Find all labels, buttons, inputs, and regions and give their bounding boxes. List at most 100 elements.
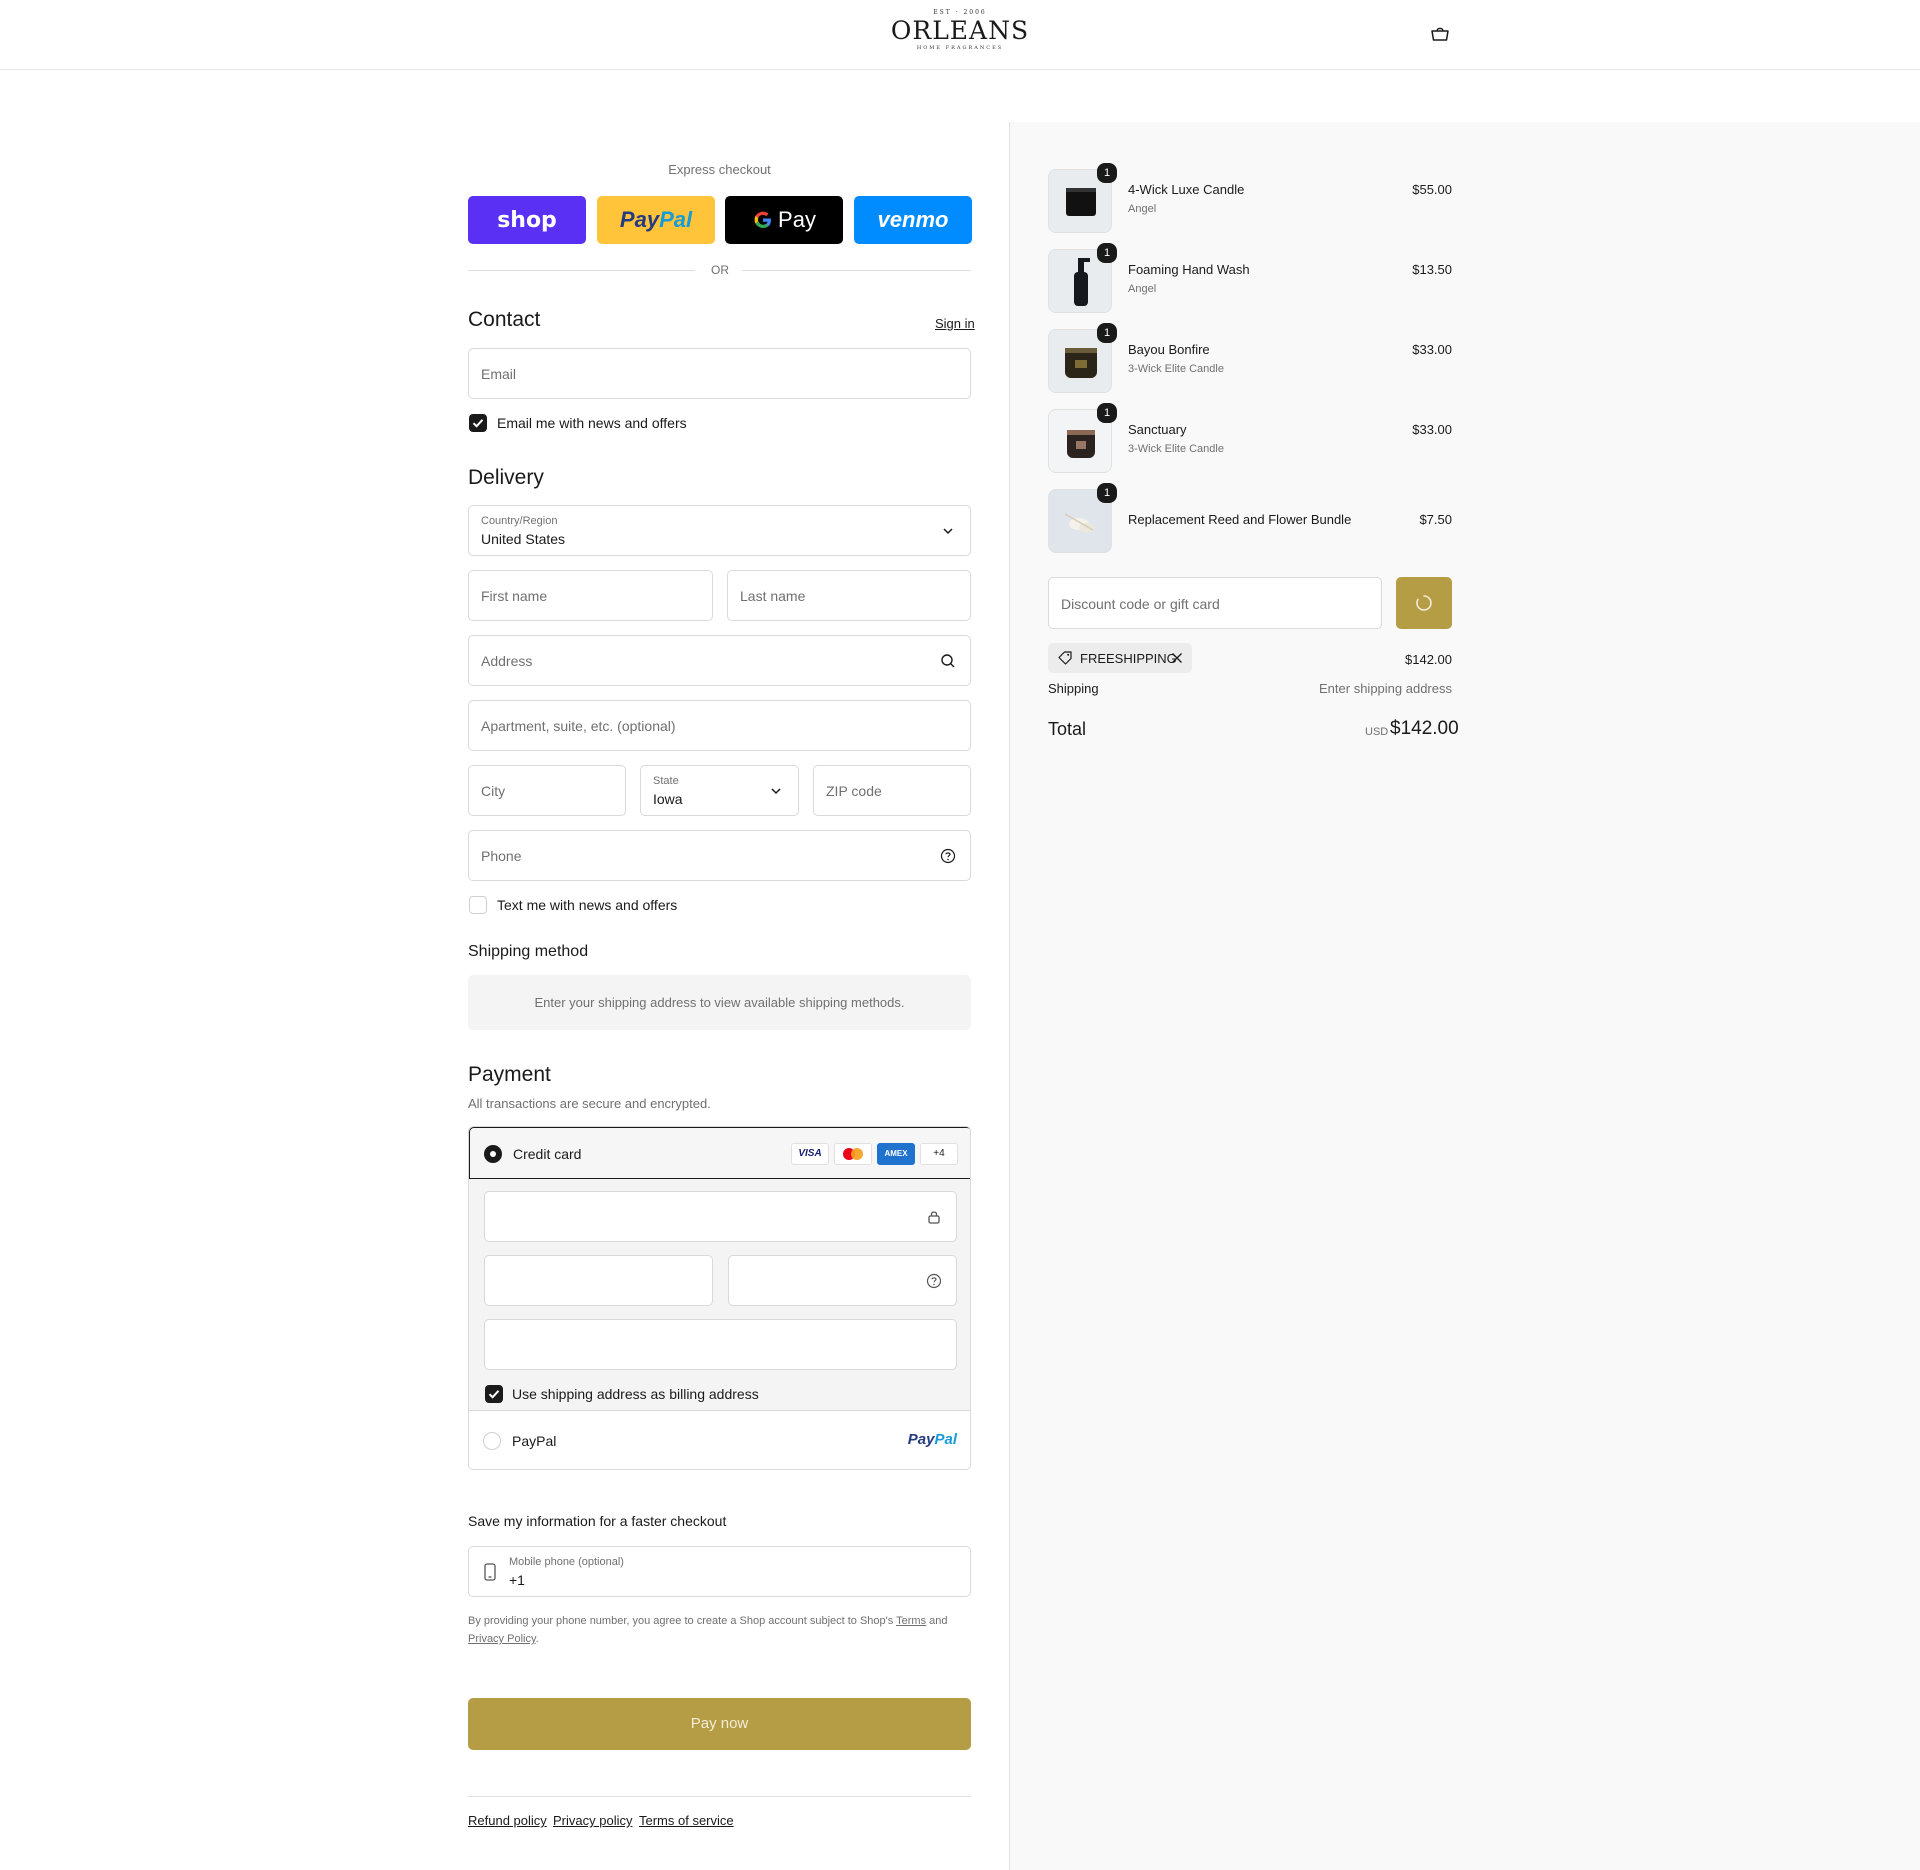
item-price: $7.50: [1419, 512, 1452, 527]
divider-left: [468, 270, 695, 271]
name-on-card-field[interactable]: [484, 1319, 957, 1370]
paypal-logo: PayPal: [908, 1431, 957, 1448]
logo-tagline-bottom: HOME FRAGRANCES: [916, 45, 1004, 51]
order-item: 1 Foaming Hand Wash Angel $13.50: [1048, 243, 1452, 315]
privacy-policy-footer-link[interactable]: Privacy policy: [553, 1813, 632, 1828]
paypal-express-button[interactable]: Pay Pal: [597, 196, 715, 244]
chevron-down-icon: [771, 788, 781, 795]
total-currency: USD: [1365, 726, 1389, 738]
last-name-field[interactable]: Last name: [727, 570, 971, 621]
privacy-policy-link[interactable]: Privacy Policy: [468, 1633, 536, 1645]
shipping-method-heading: Shipping method: [468, 943, 589, 960]
email-field[interactable]: Email: [468, 348, 971, 399]
venmo-label: venmo: [877, 207, 949, 232]
apply-discount-button[interactable]: [1396, 577, 1452, 629]
item-price: $13.50: [1412, 262, 1452, 277]
venmo-button[interactable]: venmo: [854, 196, 972, 244]
email-news-checkbox[interactable]: [469, 414, 487, 432]
discount-placeholder: Discount code or gift card: [1061, 596, 1220, 612]
footer-divider: [468, 1796, 971, 1797]
amex-icon: AMEX: [877, 1143, 915, 1165]
header: EST · 2006 ORLEANS HOME FRAGRANCES: [0, 0, 1920, 70]
zip-field[interactable]: ZIP code: [813, 765, 971, 816]
discount-tag-label: FREESHIPPING: [1080, 651, 1177, 666]
credit-card-label: Credit card: [513, 1146, 582, 1162]
shopping-bag-icon[interactable]: [1430, 26, 1450, 42]
quantity-badge: 1: [1097, 483, 1117, 503]
save-info-heading: Save my information for a faster checkou…: [468, 1513, 727, 1529]
item-variant: 3-Wick Elite Candle: [1128, 363, 1224, 375]
state-select[interactable]: State Iowa: [640, 765, 799, 816]
shipping-method-message: Enter your shipping address to view avai…: [468, 975, 971, 1030]
discount-tag: FREESHIPPING: [1048, 643, 1192, 673]
shop-pay-label: shop: [497, 207, 557, 233]
item-name: Sanctuary: [1128, 422, 1187, 437]
billing-same-label: Use shipping address as billing address: [512, 1386, 759, 1402]
terms-link[interactable]: Terms: [896, 1615, 926, 1627]
credit-card-radio[interactable]: [484, 1145, 502, 1163]
mobile-phone-field[interactable]: Mobile phone (optional) +1: [468, 1546, 971, 1597]
order-item: 1 Sanctuary 3-Wick Elite Candle $33.00: [1048, 403, 1452, 475]
text-news-checkbox[interactable]: [469, 896, 487, 914]
shipping-label: Shipping: [1048, 681, 1099, 696]
visa-icon: VISA: [791, 1143, 829, 1165]
help-circle-icon[interactable]: [926, 1273, 942, 1289]
item-name: Foaming Hand Wash: [1128, 262, 1250, 277]
paypal-radio[interactable]: [483, 1432, 501, 1450]
shop-account-legal: By providing your phone number, you agre…: [468, 1612, 971, 1648]
delivery-heading: Delivery: [468, 466, 544, 489]
paypal-option[interactable]: PayPal PayPal: [469, 1411, 970, 1469]
first-name-field[interactable]: First name: [468, 570, 713, 621]
subtotal-value: $142.00: [1405, 652, 1452, 667]
phone-field[interactable]: Phone: [468, 830, 971, 881]
divider-right: [742, 270, 971, 271]
payment-methods: Credit card VISA AMEX +4 Use shipping ad…: [468, 1126, 971, 1470]
discount-code-field[interactable]: Discount code or gift card: [1048, 577, 1382, 629]
quantity-badge: 1: [1097, 323, 1117, 343]
more-cards-badge: +4: [920, 1143, 958, 1165]
phone-placeholder: Phone: [481, 848, 522, 864]
billing-same-checkbox[interactable]: [485, 1385, 503, 1403]
or-divider-label: OR: [711, 263, 729, 277]
pay-now-button[interactable]: Pay now: [468, 1698, 971, 1750]
checkmark-icon: [472, 419, 484, 428]
terms-of-service-link[interactable]: Terms of service: [639, 1813, 734, 1828]
item-price: $33.00: [1412, 422, 1452, 437]
legal-and: and: [926, 1615, 948, 1627]
state-value: Iowa: [653, 791, 683, 807]
paypal-label-part1: Pay: [619, 207, 660, 232]
order-item: 1 Bayou Bonfire 3-Wick Elite Candle $33.…: [1048, 323, 1452, 395]
apartment-field[interactable]: Apartment, suite, etc. (optional): [468, 700, 971, 751]
paypal-label-part2: Pal: [659, 207, 693, 232]
address-field[interactable]: Address: [468, 635, 971, 686]
orleans-logo[interactable]: EST · 2006 ORLEANS HOME FRAGRANCES: [880, 8, 1040, 58]
item-name: 4-Wick Luxe Candle: [1128, 182, 1245, 197]
order-item: 1 4-Wick Luxe Candle Angel $55.00: [1048, 163, 1452, 235]
state-label: State: [653, 775, 679, 787]
item-price: $33.00: [1412, 342, 1452, 357]
city-field[interactable]: City: [468, 765, 626, 816]
close-icon[interactable]: [1171, 652, 1183, 664]
google-pay-button[interactable]: Pay: [725, 196, 843, 244]
shop-pay-button[interactable]: shop: [468, 196, 586, 244]
card-number-field[interactable]: [484, 1191, 957, 1242]
country-select[interactable]: Country/Region United States: [468, 505, 971, 556]
security-code-field[interactable]: [728, 1255, 957, 1306]
mobile-phone-label: Mobile phone (optional): [509, 1556, 624, 1568]
item-price: $55.00: [1412, 182, 1452, 197]
refund-policy-link[interactable]: Refund policy: [468, 1813, 547, 1828]
expiration-date-field[interactable]: [484, 1255, 713, 1306]
help-circle-icon[interactable]: [940, 848, 956, 864]
quantity-badge: 1: [1097, 243, 1117, 263]
zip-placeholder: ZIP code: [826, 783, 882, 799]
tag-icon: [1058, 651, 1072, 665]
google-g-icon: [754, 211, 772, 228]
sign-in-link[interactable]: Sign in: [935, 316, 975, 331]
lock-icon: [928, 1211, 940, 1224]
mobile-phone-value: +1: [509, 1572, 525, 1588]
credit-card-option[interactable]: Credit card VISA AMEX +4: [469, 1127, 970, 1179]
item-variant: Angel: [1128, 203, 1157, 215]
loading-spinner-icon: [1416, 595, 1432, 611]
search-icon: [941, 654, 955, 668]
apartment-placeholder: Apartment, suite, etc. (optional): [481, 718, 676, 734]
